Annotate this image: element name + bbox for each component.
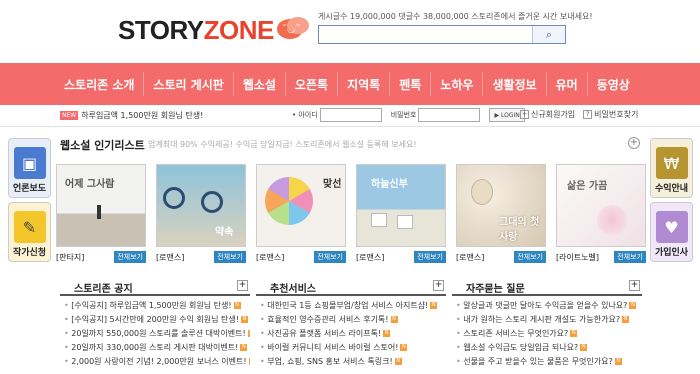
novel-card[interactable]: 삶은 가끔 [라이트노벨] 전체보기 (556, 164, 646, 264)
list-item[interactable]: 스토리존 서비스는 무엇인가요?N (452, 327, 642, 341)
notice-more-button[interactable]: + (237, 280, 248, 291)
notice-board: 스토리존 공지 + [수익공지] 하루입금액 1,500만원 회원님 탄생!N [… (60, 280, 250, 369)
account-links: + 신규회원가입 ? 비밀번호찾기 (520, 109, 638, 120)
nav-item-intro[interactable]: 스토리존 소개 (55, 72, 145, 96)
search-icon: ⌕ (545, 27, 553, 41)
speech-bubble-icon: ˘◡˘ (276, 17, 311, 43)
new-badge: NEW (60, 111, 79, 120)
search-input[interactable] (319, 26, 532, 43)
novel-card[interactable]: 하늘신부 [로맨스] 전체보기 (356, 164, 446, 264)
site-stats: 게시글수 19,000,000 댓글수 38,000,000 스토리존에서 즐거… (318, 12, 593, 21)
nav-item-local-talk[interactable]: 지역톡 (338, 72, 391, 96)
hello-icon: ♥ (655, 211, 688, 243)
view-all-button[interactable]: 전체보기 (514, 251, 546, 263)
list-item[interactable]: [수익공지] 5시간만에 200만원 수익 회원님 탄생!N (60, 313, 250, 327)
list-item[interactable]: 효율적인 영수증관리 서비스 후기톡!N (256, 313, 446, 327)
list-item[interactable]: 2,000원 사랑이전 기념! 2,000만원 보너스 이벤트!N (60, 355, 250, 369)
greeting-banner[interactable]: ♥ 가입인사 (650, 202, 693, 262)
site-logo[interactable]: STORYZONE ˘◡˘ (118, 14, 311, 46)
novel-cover: 맞선 (256, 164, 346, 247)
novel-card[interactable]: 그대의 첫사랑 [로맨스] 전체보기 (456, 164, 546, 264)
faq-more-button[interactable]: + (629, 280, 640, 291)
webnovel-title: 웹소설 인기리스트 (60, 139, 145, 152)
view-all-button[interactable]: 전체보기 (614, 251, 646, 263)
nav-item-open-talk[interactable]: 오픈톡 (286, 72, 339, 96)
recommend-title: 추천서비스 (270, 284, 316, 295)
list-item[interactable]: 웹소설 수익금도 당일입금 되나요?N (452, 341, 642, 355)
novel-card[interactable]: 맞선 [로맨스] 전체보기 (256, 164, 346, 264)
person-icon: + (520, 110, 529, 119)
list-item[interactable]: 알상글과 댓글만 달아도 수익금을 얻을수 있나요?N (452, 299, 642, 313)
recommend-board: 추천서비스 + 대한민국 1등 쇼핑몰부업/창업 서비스 아지트샵!N 효율적인 … (256, 280, 446, 369)
login-strip: NEW 하루입금액 1,500만원 회원님 탄생! • 아이디 비밀번호 ▶ L… (0, 105, 700, 127)
id-label: • 아이디 (292, 111, 318, 119)
logo-text: STORYZONE (118, 14, 274, 45)
faq-title: 자주묻는 질문 (466, 284, 525, 295)
faq-board: 자주묻는 질문 + 알상글과 댓글만 달아도 수익금을 얻을수 있나요?N 내가 … (452, 280, 642, 369)
nav-item-life-info[interactable]: 생활정보 (483, 72, 547, 96)
list-item[interactable]: [수익공지] 하루입금액 1,500만원 회원님 탄생!N (60, 299, 250, 313)
novel-cover: 삶은 가끔 (556, 164, 646, 247)
recommend-more-button[interactable]: + (433, 280, 444, 291)
nav-item-pen-talk[interactable]: 펜톡 (390, 72, 432, 96)
news-ticker[interactable]: NEW 하루입금액 1,500만원 회원님 탄생! (60, 110, 203, 121)
view-all-button[interactable]: 전체보기 (114, 251, 146, 263)
list-item[interactable]: 바이럴 커뮤니티 서비스 바이럴 스토어!N (256, 341, 446, 355)
list-item[interactable]: 부업, 쇼핑, SNS 홍보 서비스 톡링크!N (256, 355, 446, 369)
lock-icon: ? (583, 110, 593, 119)
novel-cover: 하늘신부 (356, 164, 446, 247)
author-apply-banner[interactable]: ✎ 작가신청 (8, 202, 51, 262)
novel-cover: 약속 (156, 164, 246, 247)
find-password-link[interactable]: ? 비밀번호찾기 (583, 109, 638, 120)
login-form: • 아이디 비밀번호 ▶ LOGIN (292, 108, 525, 122)
novel-card[interactable]: 약속 [로맨스] 전체보기 (156, 164, 246, 264)
view-all-button[interactable]: 전체보기 (214, 251, 246, 263)
view-all-button[interactable]: 전체보기 (314, 251, 346, 263)
news-text: 하루입금액 1,500만원 회원님 탄생! (81, 111, 204, 120)
nav-item-humor[interactable]: 유머 (547, 72, 588, 96)
list-item[interactable]: 사진공유 플랫폼 서비스 라이프톡!N (256, 327, 446, 341)
notice-title: 스토리존 공지 (74, 284, 133, 295)
join-link[interactable]: + 신규회원가입 (520, 109, 575, 120)
money-bag-icon: ₩ (655, 147, 688, 179)
list-item[interactable]: 20일까지 550,000원 스토리를 솔루션 대박이벤트!N (60, 327, 250, 341)
id-input[interactable] (319, 108, 382, 122)
nav-item-story-board[interactable]: 스토리 게시판 (144, 72, 234, 96)
novel-cover: 그대의 첫사랑 (456, 164, 546, 247)
novel-card[interactable]: 어제 그사람 [판타지] 전체보기 (56, 164, 146, 264)
list-item[interactable]: 20일까지 330,000원 스토리 게시판 대박이벤트!N (60, 341, 250, 355)
press-banner[interactable]: ▣ 언론보도 (8, 138, 51, 198)
password-label: 비밀번호 (390, 111, 417, 119)
list-item[interactable]: 내가 원하는 스토리 게시판 개설도 가능한가요?N (452, 313, 642, 327)
nav-item-knowhow[interactable]: 노하우 (431, 72, 484, 96)
view-all-button[interactable]: 전체보기 (414, 251, 446, 263)
tv-icon: ▣ (13, 147, 46, 179)
webnovel-desc: 업계최대 90% 수익제공! 수익금 당일지급! 스토리존에서 웹소설 등록해 … (148, 140, 417, 149)
webnovel-more-button[interactable]: + (628, 137, 640, 149)
pencil-icon: ✎ (13, 211, 46, 243)
list-item[interactable]: 대한민국 1등 쇼핑몰부업/창업 서비스 아지트샵!N (256, 299, 446, 313)
nav-item-webnovel[interactable]: 웹소설 (234, 72, 286, 96)
novel-cover: 어제 그사람 (56, 164, 146, 247)
search-button[interactable]: ⌕ (532, 26, 565, 43)
password-input[interactable] (418, 108, 481, 122)
search-box: ⌕ (318, 25, 566, 44)
nav-item-video[interactable]: 동영상 (588, 72, 639, 96)
main-nav: 스토리존 소개 스토리 게시판 웹소설 오픈톡 지역톡 펜톡 노하우 생활정보 … (0, 63, 700, 105)
list-item[interactable]: 선물을 주고 받을수 있는 물품은 무엇인가요?N (452, 355, 642, 369)
revenue-info-banner[interactable]: ₩ 수익안내 (650, 138, 693, 198)
